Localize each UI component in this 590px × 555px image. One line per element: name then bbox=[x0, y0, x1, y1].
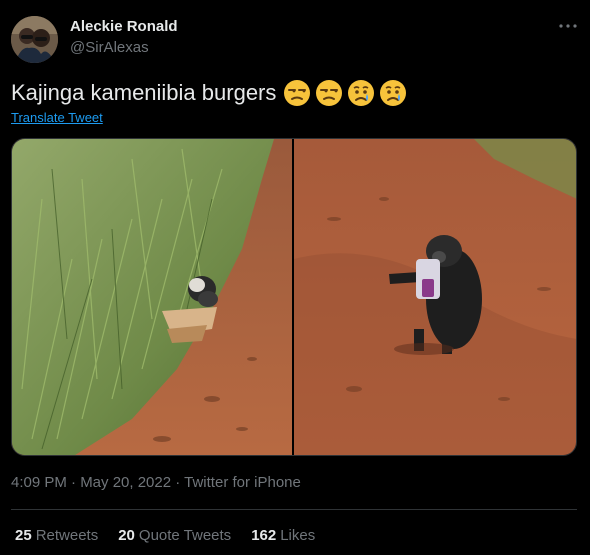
retweets-stat[interactable]: 25 Retweets bbox=[15, 527, 98, 544]
quote-tweets-count: 20 bbox=[118, 527, 135, 544]
photo-monkey-holding-bag[interactable] bbox=[294, 139, 576, 455]
engagement-stats: 25 Retweets 20 Quote Tweets 162 Likes bbox=[15, 527, 315, 544]
photo-monkey-in-grass[interactable] bbox=[12, 139, 292, 455]
unamused-face-icon bbox=[284, 80, 311, 106]
crying-face-icon bbox=[380, 80, 407, 106]
tweet-meta: 4:09 PM · May 20, 2022 · Twitter for iPh… bbox=[11, 474, 301, 491]
author-handle[interactable]: @SirAlexas bbox=[70, 39, 149, 56]
crying-face-icon bbox=[348, 80, 375, 106]
quote-tweets-label: Quote Tweets bbox=[138, 527, 232, 544]
tweet-text-row: Kajinga kameniibia burgers bbox=[11, 79, 407, 107]
retweets-count: 25 bbox=[15, 527, 32, 544]
unamused-face-icon bbox=[316, 80, 343, 106]
author-name[interactable]: Aleckie Ronald bbox=[70, 18, 178, 35]
tweet-text: Kajinga kameniibia burgers bbox=[11, 80, 277, 105]
avatar[interactable] bbox=[11, 16, 58, 63]
divider bbox=[11, 509, 577, 510]
likes-count: 162 bbox=[251, 527, 277, 544]
quote-tweets-stat[interactable]: 20 Quote Tweets bbox=[118, 527, 231, 544]
emoji-group bbox=[283, 79, 407, 107]
likes-label: Likes bbox=[280, 527, 316, 544]
more-horizontal-icon[interactable] bbox=[556, 18, 580, 34]
tweet-media bbox=[11, 138, 577, 456]
likes-stat[interactable]: 162 Likes bbox=[251, 527, 315, 544]
retweets-label: Retweets bbox=[35, 527, 99, 544]
translate-tweet-link[interactable]: Translate Tweet bbox=[11, 110, 103, 125]
